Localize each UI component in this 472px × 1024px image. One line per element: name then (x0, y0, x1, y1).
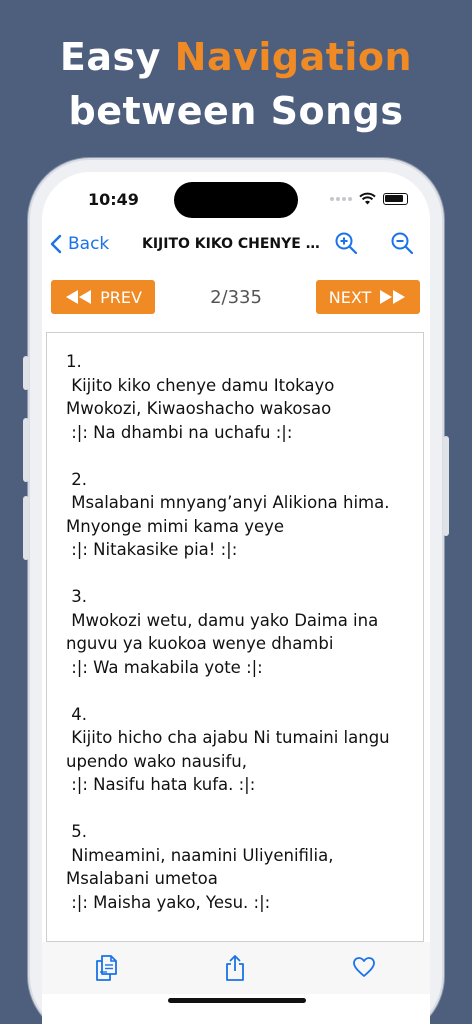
verse-line: upendo wako nausifu, (66, 751, 247, 771)
phone-side-button (23, 418, 29, 482)
verse-line: :|: Maisha yako, Yesu. :|: (66, 892, 271, 912)
promo-accent: Navigation (174, 35, 413, 79)
phone-side-button (23, 356, 29, 390)
bottom-toolbar (42, 942, 430, 994)
verse-line: Msalabani mnyang’anyi Alikiona hima. (66, 493, 390, 512)
cellular-icon (330, 196, 352, 201)
verse-line: :|: Wa makabila yote :|: (66, 657, 263, 677)
zoom-in-button[interactable] (334, 231, 358, 259)
verse-line: Nimeamini, naamini Uliyenifilia, (66, 845, 334, 865)
share-icon (226, 955, 244, 981)
verse-number: 2. (66, 469, 87, 489)
back-button[interactable]: Back (50, 234, 109, 254)
app-screen: 10:49 Back KIJITO KIKO CHENYE DAMU (42, 172, 430, 1024)
lyrics-verse: 3. Mwokozi wetu, damu yako Daima ina nguv… (66, 585, 409, 679)
share-button[interactable] (224, 954, 246, 986)
promo-line-1: Easy Navigation (59, 35, 413, 79)
verse-line: Mwokozi wetu, damu yako Daima ina (66, 610, 379, 630)
battery-icon (383, 192, 408, 205)
fast-forward-icon (380, 290, 406, 304)
status-time: 10:49 (88, 190, 139, 209)
verse-line: :|: Na dhambi na uchafu :|: (66, 422, 293, 442)
next-button[interactable]: NEXT (316, 280, 420, 314)
promo-line-2: between Songs (68, 89, 404, 133)
verse-line: :|: Nitakasike pia! :|: (66, 540, 238, 559)
verse-line: Mnyonge mimi kama yeye (66, 516, 285, 536)
home-indicator (168, 998, 306, 1003)
heart-icon (353, 957, 375, 977)
copy-button[interactable] (94, 954, 118, 986)
verse-line: Msalabani umetoa (66, 869, 218, 888)
verse-line: :|: Nasifu hata kufa. :|: (66, 775, 256, 794)
verse-number: 3. (66, 587, 87, 606)
lyrics-verse: 5. Nimeamini, naamini Uliyenifilia, Msala… (66, 820, 409, 914)
lyrics-text-view[interactable]: 1. Kijito kiko chenye damu Itokayo Mwokoz… (46, 332, 424, 942)
song-title: KIJITO KIKO CHENYE DAMU (142, 236, 322, 252)
promo-headline: Easy Navigation between Songs (0, 30, 472, 138)
zoom-out-icon (391, 232, 414, 255)
verse-line: Kijito kiko chenye damu Itokayo (66, 375, 335, 395)
navigation-bar: Back KIJITO KIKO CHENYE DAMU (42, 230, 430, 260)
verse-line: Kijito hicho cha ajabu Ni tumaini langu (66, 728, 390, 747)
lyrics-verse: 2. Msalabani mnyang’anyi Alikiona hima. M… (66, 468, 409, 562)
zoom-out-button[interactable] (390, 231, 414, 259)
wifi-icon (359, 192, 376, 205)
back-label: Back (68, 234, 110, 254)
verse-number: 1. (66, 352, 82, 371)
verse-line: nguvu ya kuokoa wenye dhambi (66, 634, 334, 653)
phone-side-button (23, 496, 29, 560)
song-pager: PREV 2/335 NEXT (42, 280, 430, 314)
lyrics-verse: 1. Kijito kiko chenye damu Itokayo Mwokoz… (66, 350, 409, 444)
next-label: NEXT (328, 287, 372, 307)
verse-number: 5. (66, 822, 87, 841)
verse-line: Mwokozi, Kiwaoshacho wakosao (66, 399, 332, 418)
dynamic-island (174, 182, 298, 218)
zoom-in-icon (335, 232, 358, 255)
phone-side-button (443, 436, 449, 536)
copy-icon (96, 955, 117, 981)
status-icons (330, 192, 408, 205)
verse-number: 4. (66, 704, 87, 724)
chevron-left-icon (50, 234, 62, 254)
favorite-button[interactable] (352, 956, 376, 982)
lyrics-verse: 4. Kijito hicho cha ajabu Ni tumaini lan… (66, 703, 409, 797)
